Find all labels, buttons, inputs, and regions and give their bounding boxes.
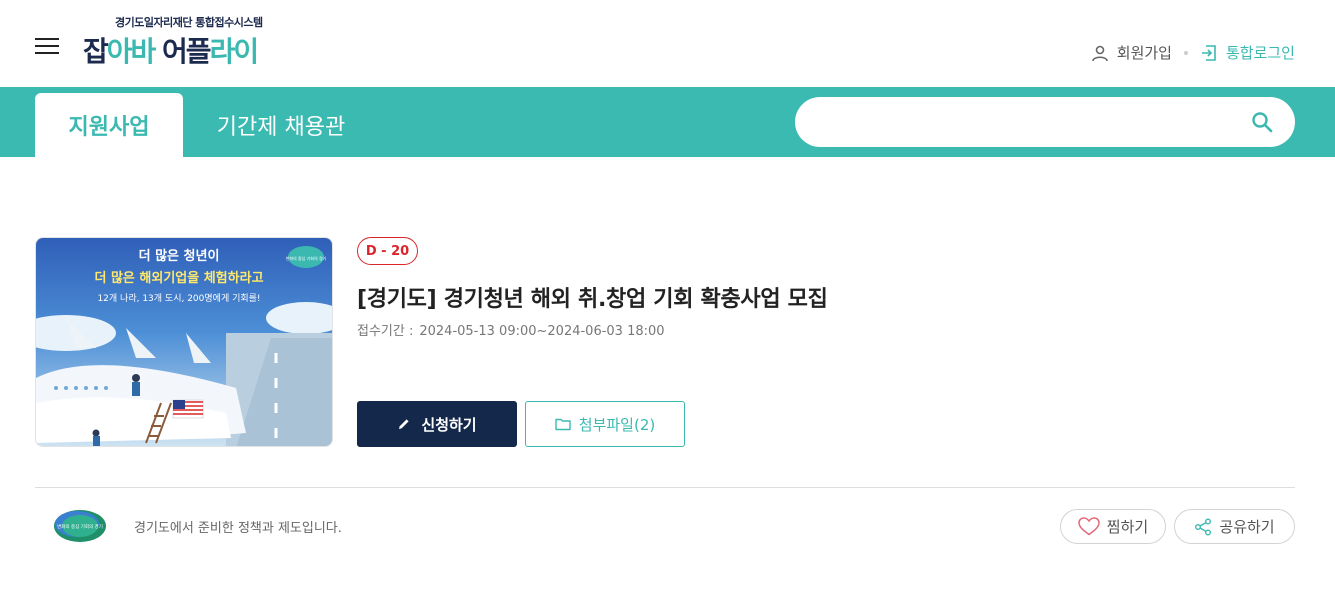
thumbnail-subline: 12개 나라, 13개 도시, 200명에게 기회를!: [97, 293, 260, 304]
application-period: 접수기간 : 2024-05-13 09:00~2024-06-03 18:00: [357, 320, 665, 339]
heart-icon: [1078, 517, 1100, 536]
thumbnail-headline-1: 더 많은 청년이: [139, 248, 220, 264]
share-label: 공유하기: [1219, 518, 1275, 536]
share-button[interactable]: 공유하기: [1174, 509, 1295, 544]
like-button[interactable]: 찜하기: [1060, 509, 1166, 544]
pencil-icon: [399, 419, 409, 429]
user-icon: [1091, 45, 1108, 61]
login-link[interactable]: 통합로그인: [1200, 42, 1295, 63]
join-link[interactable]: 회원가입: [1091, 42, 1172, 63]
org-logo-text: 변화의 중심 기회의 경기: [57, 523, 103, 530]
search-box: [795, 97, 1295, 147]
org-description: 경기도에서 준비한 정책과 제도입니다.: [134, 521, 342, 536]
logo-title: 잡아바 어플라이: [83, 35, 259, 68]
dday-badge: D - 20: [357, 237, 418, 265]
like-label: 찜하기: [1106, 518, 1149, 536]
attachments-label: 첨부파일(2): [578, 415, 656, 434]
site-logo[interactable]: 경기도일자리재단 통합접수시스템 잡아바 어플라이: [83, 12, 313, 72]
section-divider: [35, 487, 1295, 488]
gyeonggi-logo: 변화의 중심 기회의 경기: [53, 509, 107, 543]
tab-support-programs[interactable]: 지원사업: [35, 93, 183, 157]
attachments-button[interactable]: 첨부파일(2): [525, 401, 685, 447]
tab-fixed-term-jobs[interactable]: 기간제 채용관: [196, 93, 366, 157]
share-icon: [1195, 518, 1212, 535]
apply-label: 신청하기: [421, 415, 477, 434]
login-icon: [1201, 44, 1216, 61]
site-header: 경기도일자리재단 통합접수시스템 잡아바 어플라이 회원가입 통합로그인: [0, 0, 1335, 87]
thumbnail-badge: 변화의 중심 기회의 경기: [286, 255, 327, 261]
main-nav: 지원사업 기간제 채용관: [0, 87, 1335, 157]
logo-subtitle: 경기도일자리재단 통합접수시스템: [115, 16, 263, 29]
menu-icon[interactable]: [35, 38, 59, 56]
join-label: 회원가입: [1116, 44, 1172, 62]
apply-button[interactable]: 신청하기: [357, 401, 517, 447]
period-label: 접수기간 :: [357, 324, 414, 339]
account-links: 회원가입 통합로그인: [1091, 42, 1295, 63]
search-icon[interactable]: [1251, 111, 1273, 133]
thumbnail-headline-2: 더 많은 해외기업을 체험하라고: [94, 270, 263, 286]
program-thumbnail[interactable]: 더 많은 청년이 더 많은 해외기업을 체험하라고 12개 나라, 13개 도시…: [35, 237, 333, 447]
period-value: 2024-05-13 09:00~2024-06-03 18:00: [419, 324, 665, 339]
link-separator: [1183, 50, 1188, 55]
folder-icon: [555, 418, 571, 431]
login-label: 통합로그인: [1225, 44, 1295, 62]
search-input[interactable]: [817, 97, 1237, 147]
post-title[interactable]: [경기도] 경기청년 해외 취.창업 기회 확충사업 모집: [357, 281, 828, 313]
